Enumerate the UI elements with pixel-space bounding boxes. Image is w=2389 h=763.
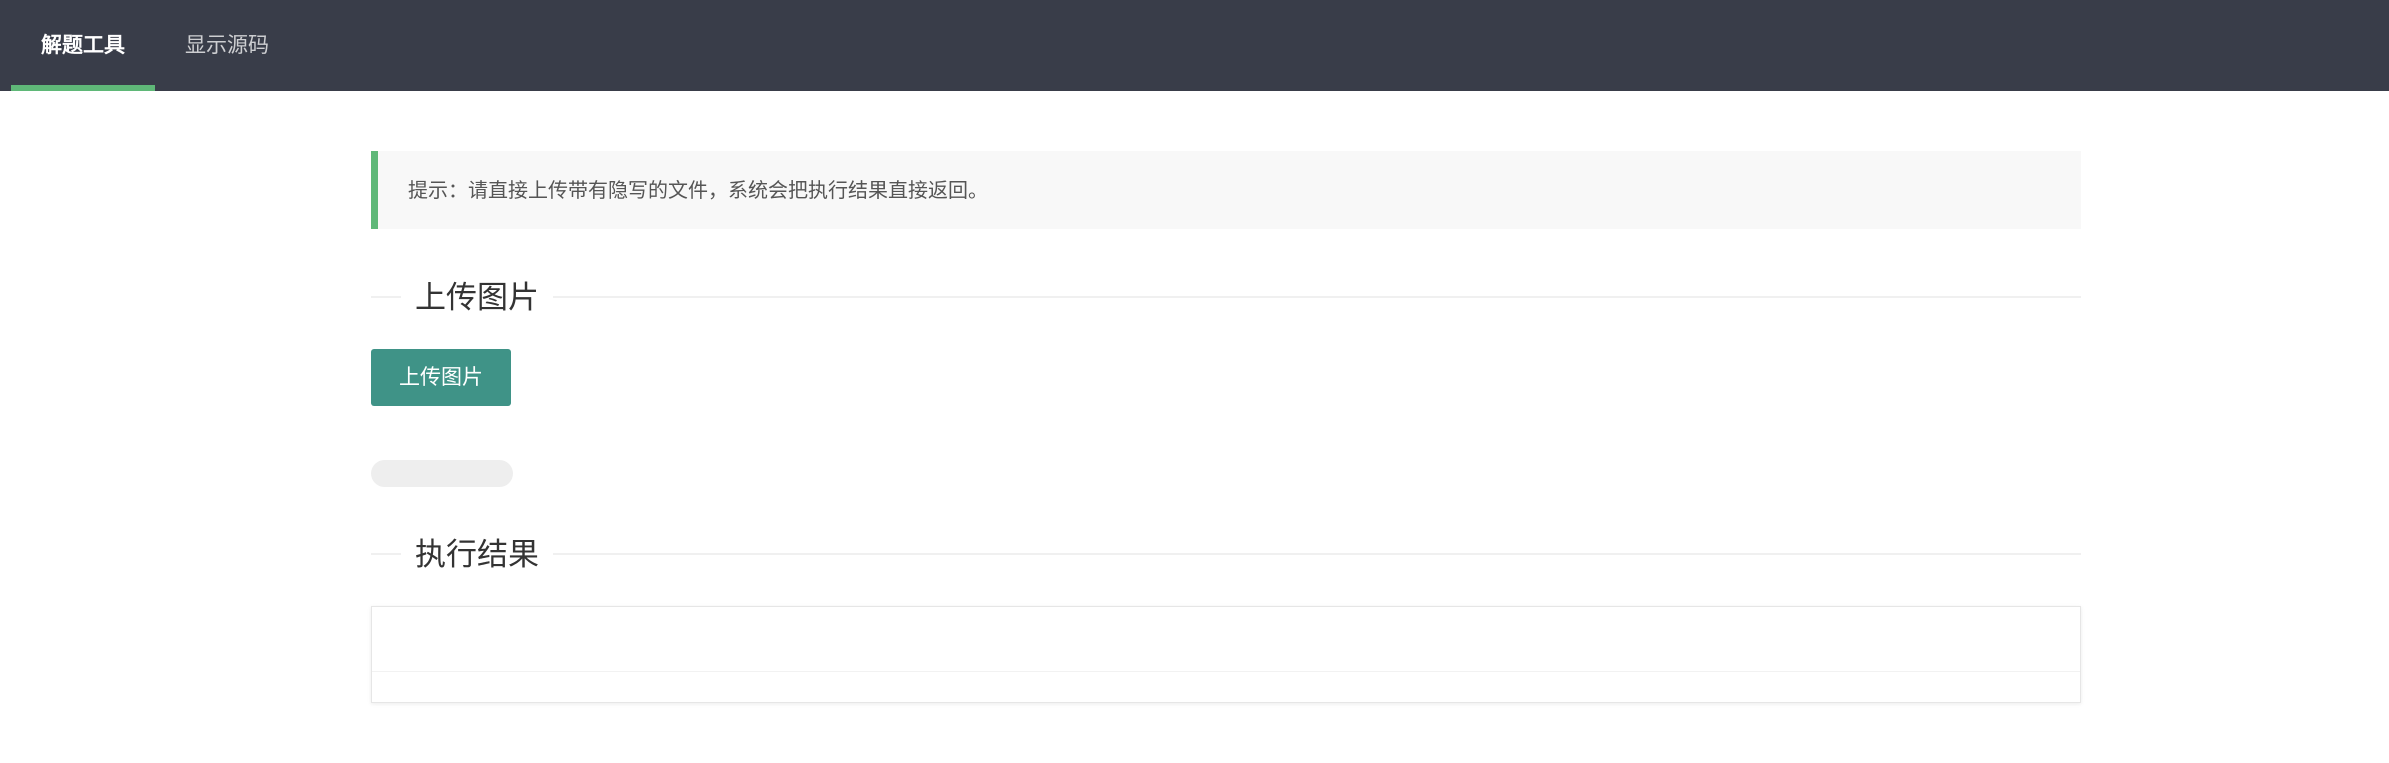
upload-section-title: 上传图片 bbox=[401, 278, 553, 318]
tab-solve-tool[interactable]: 解题工具 bbox=[11, 0, 155, 91]
tab-show-source[interactable]: 显示源码 bbox=[155, 0, 299, 91]
result-section-divider bbox=[371, 553, 2081, 555]
tip-text: 提示：请直接上传带有隐写的文件，系统会把执行结果直接返回。 bbox=[408, 178, 988, 202]
result-content bbox=[372, 607, 2080, 635]
upload-section-divider bbox=[371, 296, 2081, 298]
top-nav: 解题工具 显示源码 bbox=[0, 0, 2389, 91]
result-divider bbox=[372, 671, 2080, 672]
result-section-title: 执行结果 bbox=[401, 535, 553, 575]
upload-progress-bar bbox=[371, 460, 513, 487]
upload-image-button[interactable]: 上传图片 bbox=[371, 349, 511, 406]
tip-banner: 提示：请直接上传带有隐写的文件，系统会把执行结果直接返回。 bbox=[371, 151, 2081, 229]
active-tab-indicator bbox=[11, 85, 155, 91]
result-output-box bbox=[371, 606, 2081, 703]
